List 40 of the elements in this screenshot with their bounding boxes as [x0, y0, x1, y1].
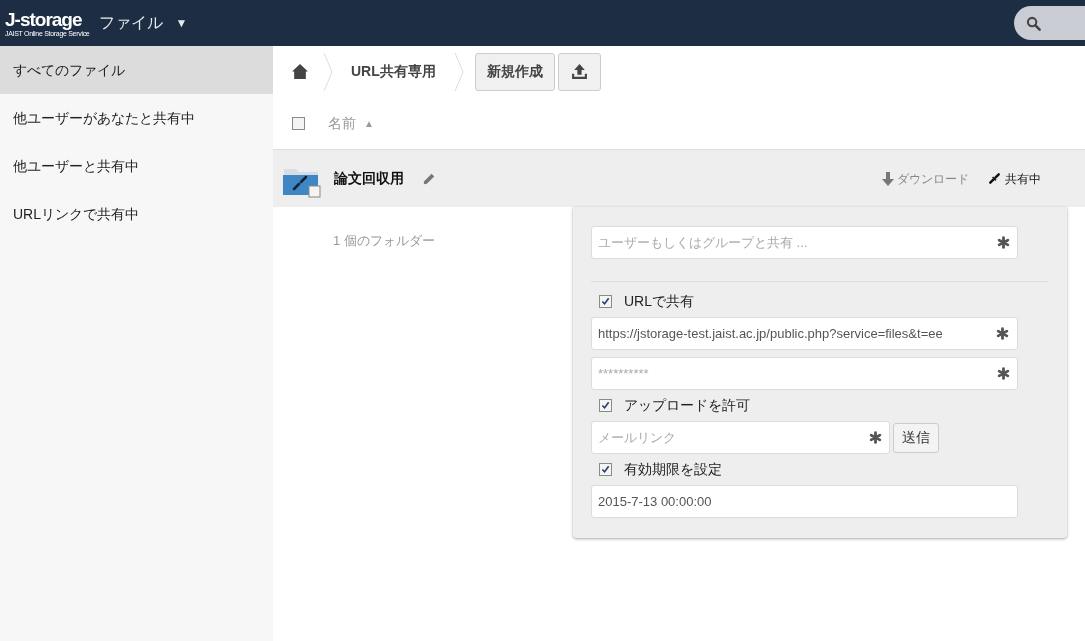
input-field[interactable]: https://jstorage-test.jaist.ac.jp/public.php?service=files&t=ee: [591, 317, 1018, 350]
folder-count: 1 個のフォルダー: [333, 232, 436, 250]
breadcrumb-separator-icon: [323, 51, 333, 92]
logo[interactable]: J-storage: [5, 9, 90, 29]
mail-field[interactable]: メールリンク: [591, 421, 890, 454]
home-icon[interactable]: [291, 63, 309, 80]
sidebar-item[interactable]: 他ユーザーと共有中: [0, 142, 273, 190]
link-url: https://jstorage-test.jaist.ac.jp/public.php?service=files&t=ee: [598, 324, 943, 343]
checkbox-label: 有効期限を設定: [624, 460, 722, 479]
sidebar-item[interactable]: URLリンクで共有中: [0, 190, 273, 238]
file-row[interactable]: 論文回収用 ダウンロード 共有中: [273, 150, 1085, 207]
asterisk-icon[interactable]: [869, 431, 882, 444]
checkbox[interactable]: [599, 295, 612, 308]
expiration-date: 2015-7-13 00:00:00: [598, 492, 712, 511]
asterisk-icon[interactable]: [997, 236, 1010, 249]
upload-icon: [570, 63, 588, 80]
input-field[interactable]: 2015-7-13 00:00:00: [591, 485, 1018, 518]
search-field[interactable]: [1014, 6, 1085, 40]
sidebar-item[interactable]: 他ユーザーがあなたと共有中: [0, 94, 273, 142]
checkbox[interactable]: [292, 116, 305, 130]
asterisk-icon[interactable]: [997, 367, 1010, 380]
search-icon: [1026, 15, 1041, 31]
app-menu[interactable]: ファイル ▼: [99, 11, 188, 35]
checkbox[interactable]: [599, 399, 612, 412]
download-icon: [881, 170, 895, 187]
password-field[interactable]: **********: [591, 357, 1018, 390]
share-with-field[interactable]: ユーザーもしくはグループと共有 ...: [591, 226, 1018, 259]
breadcrumb-separator-icon: [453, 51, 464, 92]
checkbox-label: アップロードを許可: [624, 396, 750, 415]
checkbox-label: URLで共有: [624, 292, 694, 311]
upload-button[interactable]: [557, 52, 601, 91]
pencil-icon[interactable]: [422, 171, 436, 186]
file-name[interactable]: 論文回収用: [334, 168, 404, 189]
checkbox[interactable]: [599, 463, 612, 476]
shared-action[interactable]: 共有中: [987, 169, 1041, 188]
new-button[interactable]: 新規作成: [474, 52, 555, 91]
sidebar-item[interactable]: すべてのファイル: [0, 46, 273, 94]
send-button[interactable]: 送信: [893, 422, 939, 453]
breadcrumb-link[interactable]: URL共有専用: [351, 61, 436, 82]
asterisk-icon[interactable]: [996, 327, 1009, 340]
